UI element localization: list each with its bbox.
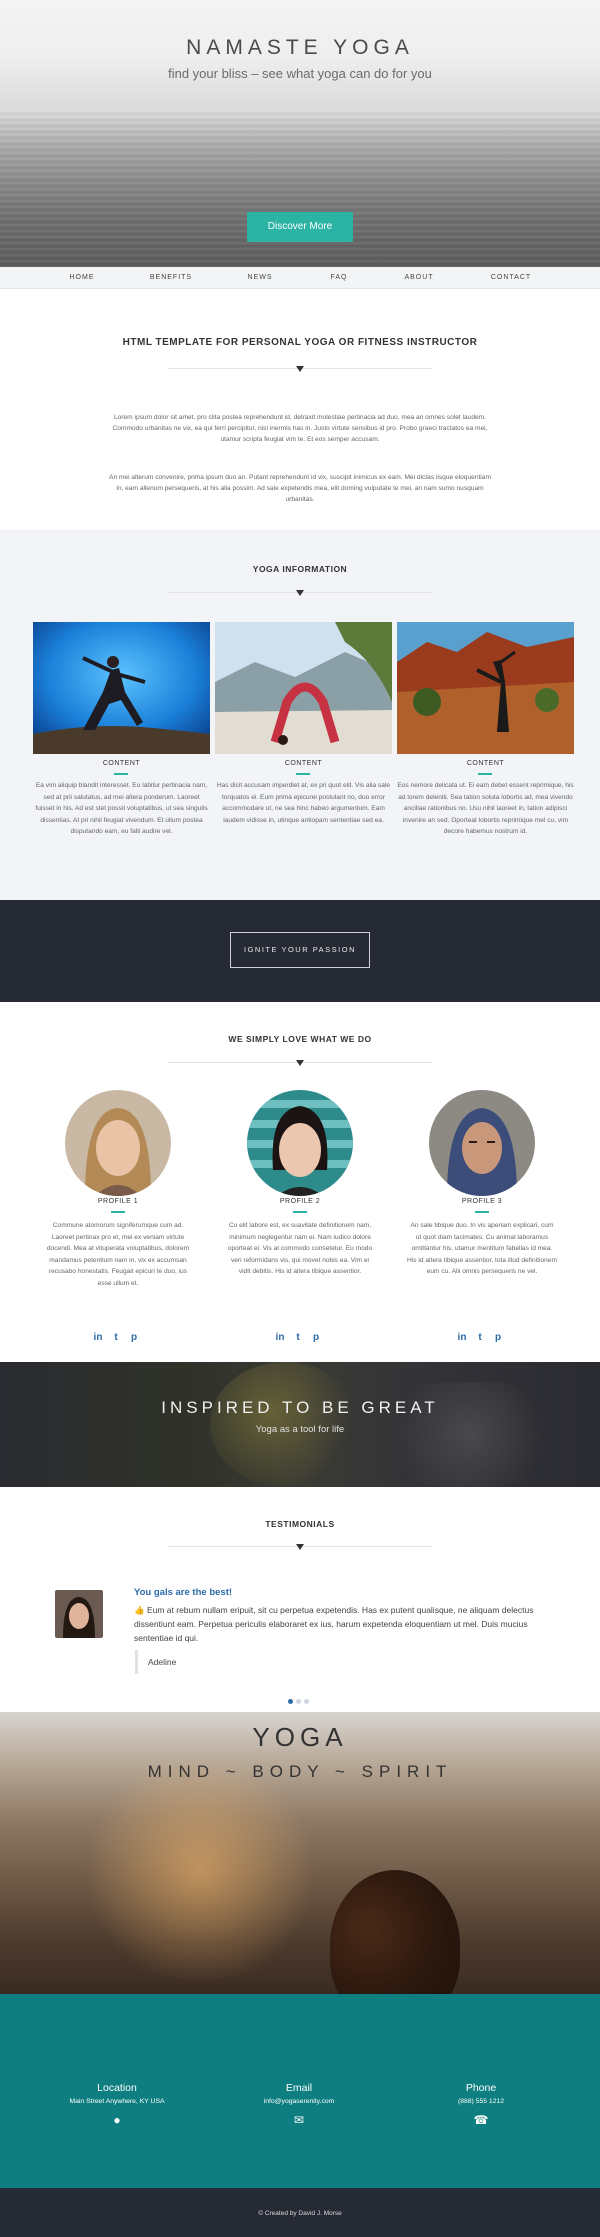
discover-more-button[interactable]: Discover More <box>247 212 353 242</box>
card-label-2: CONTENT <box>284 760 323 767</box>
intro-title: HTML TEMPLATE FOR PERSONAL YOGA OR FITNE… <box>122 337 478 348</box>
footer-credit: © Created by David J. Morse <box>258 2210 342 2217</box>
chevron-down-icon <box>296 590 304 596</box>
envelope-icon: ✉ <box>293 2113 305 2127</box>
profile-text-3: An sale tibique duo. In vis aperiam expl… <box>407 1222 557 1275</box>
profile-underline-3 <box>475 1211 489 1213</box>
intro-paragraph-2: An mei alterum convenire, prima ipsum du… <box>109 474 491 503</box>
chevron-down-icon <box>296 1544 304 1550</box>
contact-email-label: Email <box>285 2082 313 2094</box>
contact-phone: Phone (888) 555 1212 ☎ <box>396 2082 566 2127</box>
yoga-banner-title: YOGA <box>252 1722 348 1752</box>
card-label-3: CONTENT <box>466 760 505 767</box>
yoga-banner-subtitle: MIND ~ BODY ~ SPIRIT <box>147 1762 453 1781</box>
social-links-2: in t p <box>271 1327 325 1343</box>
inspired-title: INSPIRED TO BE GREAT <box>161 1398 439 1417</box>
linkedin-icon[interactable]: in <box>455 1331 469 1345</box>
carousel-dots <box>288 1699 318 1705</box>
testimonial-quote: 👍 Eum at rebum nullam eripuit, sit cu pe… <box>134 1603 544 1645</box>
inspired-subtitle: Yoga as a tool for life <box>255 1424 345 1435</box>
phone-icon: ☎ <box>473 2113 489 2127</box>
hero-title: NAMASTE YOGA <box>186 36 414 59</box>
pinterest-icon[interactable]: p <box>491 1331 505 1345</box>
page: NAMASTE YOGA find your bliss – see what … <box>0 0 600 2237</box>
yoga-info-title: YOGA INFORMATION <box>252 564 348 574</box>
team-title: WE SIMPLY LOVE WHAT WE DO <box>228 1034 372 1044</box>
chevron-down-icon <box>296 366 304 372</box>
avatar <box>65 1090 171 1196</box>
nav-item-about[interactable]: ABOUT <box>398 267 440 289</box>
ignite-passion-button[interactable]: IGNITE YOUR PASSION <box>230 932 370 968</box>
testimonials-title: TESTIMONIALS <box>265 1519 335 1529</box>
social-links-3: in t p <box>453 1327 507 1343</box>
carousel-dot-active[interactable] <box>288 1699 293 1704</box>
nav-item-home[interactable]: HOME <box>60 267 104 289</box>
profile-text-2: Cu elit labore est, ex suavitate definit… <box>227 1222 373 1275</box>
contact-phone-label: Phone <box>465 2082 497 2094</box>
yoga-photo-3 <box>397 622 574 754</box>
testimonial-heading: You gals are the best! <box>134 1587 233 1598</box>
nav-item-news[interactable]: NEWS <box>240 267 280 289</box>
avatar <box>247 1090 353 1196</box>
main-nav: HOME BENEFITS NEWS FAQ ABOUT CONTACT <box>0 267 600 289</box>
contact-email: Email info@yogaserenity.com ✉ <box>214 2082 384 2127</box>
chevron-down-icon <box>296 1060 304 1066</box>
carousel-dot[interactable] <box>304 1699 309 1704</box>
contact-phone-value[interactable]: (888) 555 1212 <box>396 2098 566 2105</box>
profile-label-2: PROFILE 2 <box>279 1198 321 1205</box>
map-marker-icon: ● <box>113 2113 121 2127</box>
profile-underline-1 <box>111 1211 125 1213</box>
yoga-photo-1 <box>33 622 210 754</box>
card-label-1: CONTENT <box>102 760 141 767</box>
profile-text-1: Commune atomorum signiferumque cum ad. L… <box>46 1222 190 1287</box>
card-text-1: Ea vim aliquip blandit interesset. Eu la… <box>35 782 208 835</box>
twitter-icon[interactable]: t <box>473 1331 487 1345</box>
hero-subtitle: find your bliss – see what yoga can do f… <box>168 66 432 81</box>
card-text-2: Has dicit accusam imperdiet at, ex pri q… <box>216 782 391 824</box>
avatar <box>429 1090 535 1196</box>
twitter-icon[interactable]: t <box>109 1331 123 1345</box>
profile-label-1: PROFILE 1 <box>97 1198 139 1205</box>
profile-underline-2 <box>293 1211 307 1213</box>
thumbs-up-icon: 👍 <box>134 1605 147 1615</box>
pinterest-icon[interactable]: p <box>309 1331 323 1345</box>
card-underline-3 <box>478 773 492 775</box>
linkedin-icon[interactable]: in <box>273 1331 287 1345</box>
testimonial-quote-text: Eum at rebum nullam eripuit, sit cu perp… <box>134 1605 534 1643</box>
linkedin-icon[interactable]: in <box>91 1331 105 1345</box>
yoga-photo-2 <box>215 622 392 754</box>
nav-item-contact[interactable]: CONTACT <box>486 267 536 289</box>
testimonial-author: Adeline <box>135 1650 176 1674</box>
contact-location-label: Location <box>97 2082 137 2094</box>
card-underline-2 <box>296 773 310 775</box>
nav-item-faq[interactable]: FAQ <box>322 267 356 289</box>
contact-location: Location Main Street Anywhere, KY USA ● <box>32 2082 202 2127</box>
pinterest-icon[interactable]: p <box>127 1331 141 1345</box>
carousel-dot[interactable] <box>296 1699 301 1704</box>
social-links-1: in t p <box>89 1327 143 1343</box>
card-text-3: Eos nemore delicata ut. Ei eam debet ess… <box>397 782 574 835</box>
sunset-glow <box>60 1760 340 1980</box>
intro-paragraph-1: Lorem ipsum dolor sit amet, pro clita po… <box>112 414 488 443</box>
avatar <box>55 1590 103 1638</box>
profile-label-3: PROFILE 3 <box>461 1198 503 1205</box>
card-underline-1 <box>114 773 128 775</box>
twitter-icon[interactable]: t <box>291 1331 305 1345</box>
contact-email-value[interactable]: info@yogaserenity.com <box>214 2098 384 2105</box>
nav-item-benefits[interactable]: BENEFITS <box>148 267 194 289</box>
contact-location-value: Main Street Anywhere, KY USA <box>69 2098 165 2105</box>
hero-background-sea <box>0 110 600 267</box>
